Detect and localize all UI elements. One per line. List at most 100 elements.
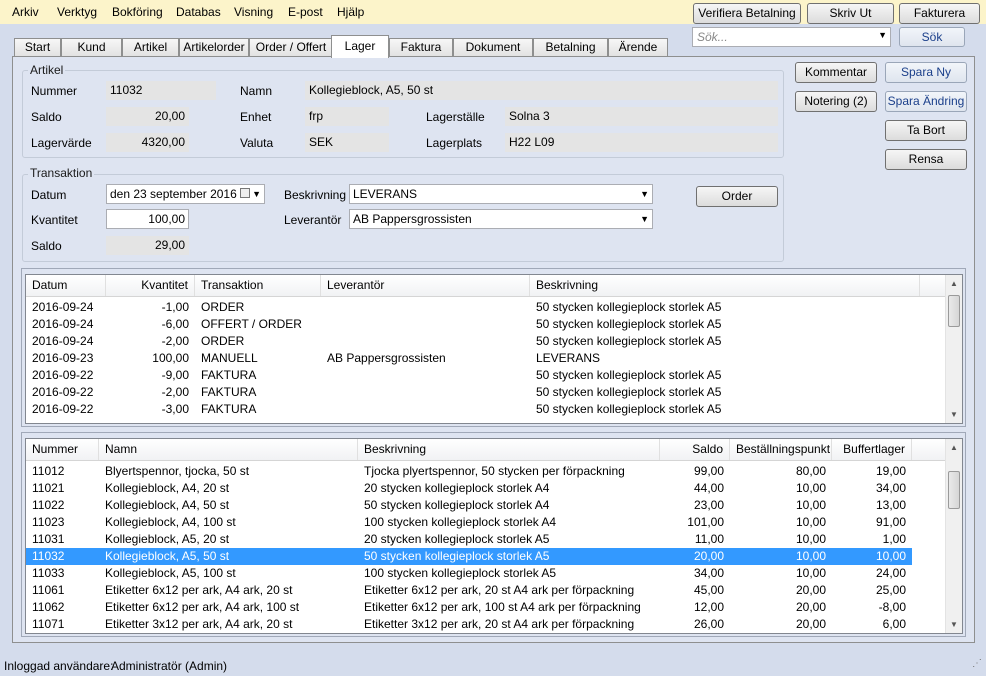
search-input[interactable]: Sök... ▼ <box>692 27 891 47</box>
table-cell-datum: 2016-09-22 <box>32 385 94 399</box>
chevron-down-icon[interactable]: ▼ <box>640 185 649 203</box>
saldo-field[interactable]: 20,00 <box>106 107 189 126</box>
table-cell-buffertlager: 1,00 <box>882 532 906 546</box>
transaction-table[interactable]: Datum Kvantitet Transaktion Leverantör B… <box>25 274 963 424</box>
table-cell-bestallningspunkt: 20,00 <box>795 583 826 597</box>
print-button[interactable]: Skriv Ut <box>807 3 894 24</box>
table-cell-buffertlager: 24,00 <box>875 566 906 580</box>
table-cell-datum: 2016-09-24 <box>32 317 94 331</box>
lagervarde-field[interactable]: 4320,00 <box>106 133 189 152</box>
tab-artikelorder[interactable]: Artikelorder <box>179 38 249 56</box>
table-row[interactable]: 11032 Kollegieblock, A5, 50 st 50 stycken … <box>26 548 912 565</box>
trans-saldo-field[interactable]: 29,00 <box>106 236 189 255</box>
table-row[interactable]: 11023 Kollegieblock, A4, 100 st 100 stycke… <box>26 514 912 531</box>
chevron-down-icon[interactable]: ▼ <box>252 185 261 203</box>
transaction-scrollbar[interactable]: ▲ ▼ <box>945 275 962 423</box>
article-table[interactable]: Nummer Namn Beskrivning Saldo Beställnin… <box>25 438 963 634</box>
table-cell-leverantor <box>321 367 530 384</box>
table-cell-nummer: 11031 <box>32 532 65 546</box>
search-button[interactable]: Sök <box>899 27 965 47</box>
col-buffertlager[interactable]: Buffertlager <box>832 439 912 460</box>
tab-faktura[interactable]: Faktura <box>389 38 453 56</box>
menu-bokforing[interactable]: Bokföring <box>112 5 163 19</box>
table-cell-buffertlager: 34,00 <box>875 481 906 495</box>
col-nummer[interactable]: Nummer <box>26 439 99 460</box>
table-row[interactable]: 11022 Kollegieblock, A4, 50 st 50 stycken … <box>26 497 912 514</box>
enhet-field[interactable]: frp <box>305 107 389 126</box>
resize-grip-icon[interactable]: ⋰ <box>972 658 982 669</box>
lagerplats-field[interactable]: H22 L09 <box>505 133 778 152</box>
notering-button[interactable]: Notering (2) <box>795 91 877 112</box>
nummer-field[interactable]: 11032 <box>106 81 216 100</box>
col-transaktion[interactable]: Transaktion <box>195 275 321 296</box>
table-cell-transaktion: FAKTURA <box>201 402 257 416</box>
scroll-thumb[interactable] <box>948 295 960 327</box>
table-cell-nummer: 11033 <box>32 566 65 580</box>
table-cell-leverantor <box>321 384 530 401</box>
menu-arkiv[interactable]: Arkiv <box>12 5 39 19</box>
leverantor-select[interactable]: AB Pappersgrossisten ▼ <box>349 209 653 229</box>
scroll-up-icon[interactable]: ▲ <box>946 439 962 456</box>
article-scrollbar[interactable]: ▲ ▼ <box>945 439 962 633</box>
table-row[interactable]: 2016-09-24 -1,00 ORDER 50 stycken kollegiep… <box>26 299 947 316</box>
table-row[interactable]: 2016-09-24 -2,00 ORDER 50 stycken kollegiep… <box>26 333 947 350</box>
tab-arende[interactable]: Ärende <box>608 38 668 56</box>
col-bestallningspunkt[interactable]: Beställningspunkt <box>730 439 832 460</box>
menu-verktyg[interactable]: Verktyg <box>57 5 97 19</box>
order-button[interactable]: Order <box>696 186 778 207</box>
table-row[interactable]: 11033 Kollegieblock, A5, 100 st 100 stycke… <box>26 565 912 582</box>
table-row[interactable]: 11061 Etiketter 6x12 per ark, A4 ark, 20 … <box>26 582 912 599</box>
scroll-up-icon[interactable]: ▲ <box>946 275 962 292</box>
tab-betalning[interactable]: Betalning <box>533 38 608 56</box>
chevron-down-icon[interactable]: ▼ <box>878 30 887 40</box>
chevron-down-icon[interactable]: ▼ <box>640 210 649 228</box>
table-row[interactable]: 11012 Blyertspennor, tjocka, 50 st Tjocka … <box>26 463 912 480</box>
rensa-button[interactable]: Rensa <box>885 149 967 170</box>
table-row[interactable]: 11031 Kollegieblock, A5, 20 st 20 stycken … <box>26 531 912 548</box>
table-row[interactable]: 11021 Kollegieblock, A4, 20 st 20 stycken … <box>26 480 912 497</box>
table-cell-kvantitet: -2,00 <box>161 385 189 399</box>
verify-payment-button[interactable]: Verifiera Betalning <box>693 3 801 24</box>
col-beskrivning[interactable]: Beskrivning <box>530 275 920 296</box>
tab-kund[interactable]: Kund <box>61 38 122 56</box>
calendar-icon[interactable] <box>240 188 250 198</box>
table-row[interactable]: 11071 Etiketter 3x12 per ark, A4 ark, 20 … <box>26 616 912 633</box>
tab-artikel[interactable]: Artikel <box>122 38 179 56</box>
kommentar-button[interactable]: Kommentar <box>795 62 877 83</box>
col-leverantor[interactable]: Leverantör <box>321 275 530 296</box>
table-row[interactable]: 2016-09-22 -3,00 FAKTURA 50 stycken kollegi… <box>26 401 947 418</box>
invoice-button[interactable]: Fakturera <box>899 3 980 24</box>
tab-order-offert[interactable]: Order / Offert <box>249 38 333 56</box>
col-namn[interactable]: Namn <box>99 439 358 460</box>
col-beskrivning[interactable]: Beskrivning <box>358 439 660 460</box>
col-kvantitet[interactable]: Kvantitet <box>106 275 195 296</box>
menu-epost[interactable]: E-post <box>288 5 323 19</box>
scroll-down-icon[interactable]: ▼ <box>946 616 962 633</box>
namn-field[interactable]: Kollegieblock, A5, 50 st <box>305 81 778 100</box>
table-row[interactable]: 2016-09-22 -9,00 FAKTURA 50 stycken kollegi… <box>26 367 947 384</box>
ta-bort-button[interactable]: Ta Bort <box>885 120 967 141</box>
table-row[interactable]: 11062 Etiketter 6x12 per ark, A4 ark, 100… <box>26 599 912 616</box>
datum-picker[interactable]: den 23 september 2016 ▼ <box>106 184 265 204</box>
menu-visning[interactable]: Visning <box>234 5 273 19</box>
beskrivning-select[interactable]: LEVERANS ▼ <box>349 184 653 204</box>
table-cell-beskrivning: 100 stycken kollegieplock storlek A5 <box>364 566 557 580</box>
table-row[interactable]: 2016-09-24 -6,00 OFFERT / ORDER 50 stycken … <box>26 316 947 333</box>
tab-start[interactable]: Start <box>14 38 61 56</box>
scroll-down-icon[interactable]: ▼ <box>946 406 962 423</box>
spara-ny-button[interactable]: Spara Ny <box>885 62 967 83</box>
valuta-field[interactable]: SEK <box>305 133 389 152</box>
table-row[interactable]: 2016-09-23 100,00 MANUELL AB Pappersgrossis… <box>26 350 947 367</box>
menu-databas[interactable]: Databas <box>176 5 221 19</box>
kvantitet-input[interactable]: 100,00 <box>106 209 189 229</box>
table-cell-bestallningspunkt: 80,00 <box>795 464 826 478</box>
spara-andring-button[interactable]: Spara Ändring <box>885 91 967 112</box>
table-row[interactable]: 2016-09-22 -2,00 FAKTURA 50 stycken kollegi… <box>26 384 947 401</box>
scroll-thumb[interactable] <box>948 471 960 509</box>
lagerstalle-field[interactable]: Solna 3 <box>505 107 778 126</box>
col-saldo[interactable]: Saldo <box>660 439 730 460</box>
menu-hjalp[interactable]: Hjälp <box>337 5 364 19</box>
col-datum[interactable]: Datum <box>26 275 106 296</box>
tab-lager[interactable]: Lager <box>331 35 389 58</box>
tab-dokument[interactable]: Dokument <box>453 38 533 56</box>
